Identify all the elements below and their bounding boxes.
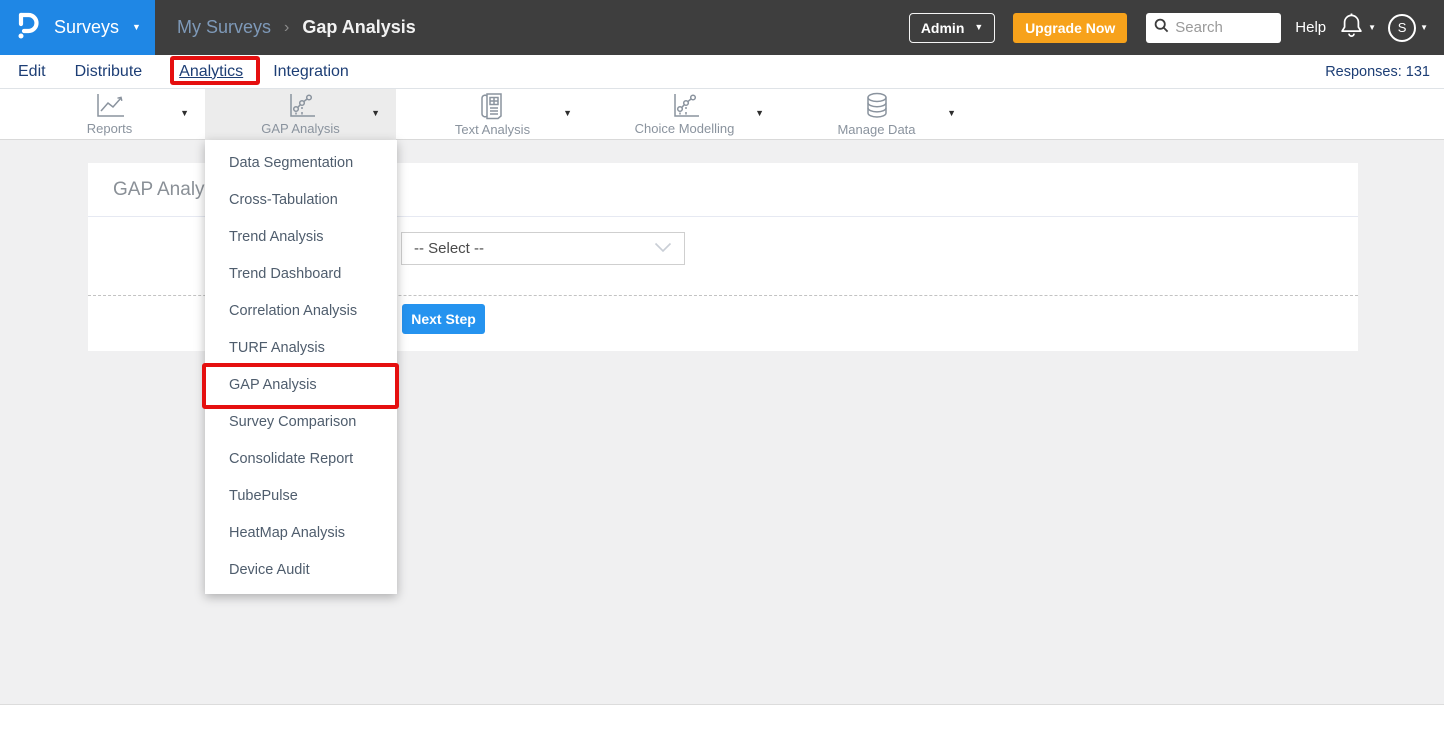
select-value: -- Select --	[414, 240, 654, 257]
menu-item-consolidate-report[interactable]: Consolidate Report	[205, 441, 397, 478]
toolbar-item-label: Manage Data	[837, 122, 915, 137]
questionpro-logo-icon	[14, 10, 41, 46]
breadcrumb-separator-icon: ›	[284, 19, 289, 37]
top-header: Surveys ▼ My Surveys › Gap Analysis Admi…	[0, 0, 1444, 55]
caret-down-icon: ▼	[755, 109, 764, 118]
menu-item-tubepulse[interactable]: TubePulse	[205, 478, 397, 515]
admin-dropdown-button[interactable]: Admin ▼	[909, 13, 995, 43]
breadcrumb: My Surveys › Gap Analysis	[177, 17, 416, 38]
toolbar-item-label: Text Analysis	[455, 122, 530, 137]
scatter-chart-icon	[665, 93, 705, 119]
toolbar-choice-modelling[interactable]: Choice Modelling ▼	[589, 89, 780, 140]
menu-item-device-audit[interactable]: Device Audit	[205, 552, 397, 589]
next-step-button[interactable]: Next Step	[402, 304, 485, 334]
question-select[interactable]: -- Select --	[401, 232, 685, 265]
footer-strip	[0, 704, 1444, 735]
gap-analysis-dropdown-menu: Data Segmentation Cross-Tabulation Trend…	[205, 140, 397, 594]
line-chart-icon	[90, 93, 130, 119]
header-search[interactable]	[1146, 13, 1281, 43]
caret-down-icon: ▼	[180, 109, 189, 118]
menu-item-turf-analysis[interactable]: TURF Analysis	[205, 330, 397, 367]
caret-down-icon: ▼	[974, 23, 983, 32]
toolbar-item-label: Choice Modelling	[635, 121, 735, 136]
survey-nav: Edit Distribute Analytics Integration Re…	[0, 55, 1444, 89]
notifications-menu[interactable]: ▼	[1340, 12, 1376, 43]
menu-item-correlation-analysis[interactable]: Correlation Analysis	[205, 293, 397, 330]
toolbar-item-label: GAP Analysis	[261, 121, 340, 136]
tab-analytics[interactable]: Analytics	[179, 63, 243, 81]
tab-edit[interactable]: Edit	[18, 63, 46, 81]
toolbar-gap-analysis[interactable]: GAP Analysis ▼	[205, 89, 396, 140]
avatar: S	[1388, 14, 1416, 42]
menu-item-data-segmentation[interactable]: Data Segmentation	[205, 145, 397, 182]
caret-down-icon: ▼	[563, 109, 572, 118]
chevron-down-icon	[654, 240, 672, 258]
toolbar-reports[interactable]: Reports ▼	[14, 89, 205, 140]
scatter-chart-icon	[281, 93, 321, 119]
breadcrumb-current-page: Gap Analysis	[302, 17, 415, 38]
help-link[interactable]: Help	[1295, 19, 1326, 36]
caret-down-icon: ▼	[1368, 24, 1376, 32]
toolbar-text-analysis[interactable]: Text Analysis ▼	[397, 89, 588, 140]
caret-down-icon: ▼	[371, 109, 380, 118]
header-actions: Admin ▼ Upgrade Now Help	[909, 12, 1444, 43]
search-input[interactable]	[1175, 19, 1265, 36]
search-icon	[1154, 18, 1169, 38]
user-account-menu[interactable]: S ▼	[1388, 14, 1428, 42]
menu-item-heatmap-analysis[interactable]: HeatMap Analysis	[205, 515, 397, 552]
responses-count: Responses: 131	[1325, 64, 1430, 80]
breadcrumb-my-surveys[interactable]: My Surveys	[177, 17, 271, 38]
toolbar-item-label: Reports	[87, 121, 133, 136]
analytics-toolbar: Reports ▼ GAP Analysis ▼	[0, 89, 1444, 140]
product-name: Surveys	[54, 17, 119, 38]
document-icon	[478, 92, 508, 120]
tab-distribute[interactable]: Distribute	[75, 63, 143, 81]
menu-item-cross-tabulation[interactable]: Cross-Tabulation	[205, 182, 397, 219]
bell-icon	[1340, 12, 1363, 43]
menu-item-trend-dashboard[interactable]: Trend Dashboard	[205, 256, 397, 293]
admin-label: Admin	[921, 20, 965, 36]
upgrade-now-button[interactable]: Upgrade Now	[1013, 13, 1127, 43]
database-icon	[862, 92, 892, 120]
tab-integration[interactable]: Integration	[273, 63, 349, 81]
app-window: Surveys ▼ My Surveys › Gap Analysis Admi…	[0, 0, 1444, 735]
toolbar-manage-data[interactable]: Manage Data ▼	[781, 89, 972, 140]
caret-down-icon: ▼	[132, 23, 141, 32]
caret-down-icon: ▼	[947, 109, 956, 118]
surveys-menu[interactable]: Surveys ▼	[0, 0, 155, 55]
menu-item-survey-comparison[interactable]: Survey Comparison	[205, 404, 397, 441]
menu-item-trend-analysis[interactable]: Trend Analysis	[205, 219, 397, 256]
menu-item-gap-analysis[interactable]: GAP Analysis	[205, 367, 397, 404]
caret-down-icon: ▼	[1420, 24, 1428, 32]
